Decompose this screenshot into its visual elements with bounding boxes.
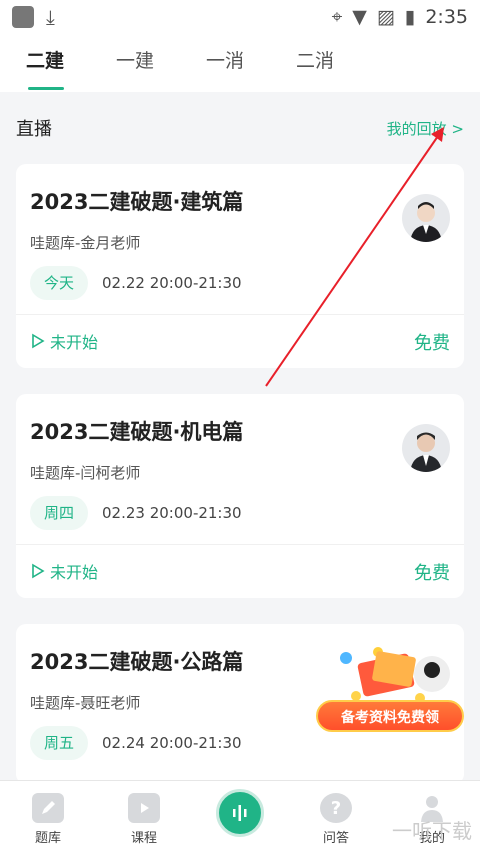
- teacher-name: 哇题库-金月老师: [30, 234, 141, 252]
- my-replay-link[interactable]: 我的回放 >: [387, 118, 464, 139]
- live-status: 未开始: [30, 559, 98, 583]
- status-left: ⤓: [12, 5, 55, 29]
- audio-wave-icon: [216, 789, 264, 837]
- nav-label: 课程: [130, 831, 157, 846]
- card-title: 2023二建破题·建筑篇: [30, 190, 244, 214]
- section-title: 直播: [16, 119, 52, 140]
- card-title: 2023二建破题·机电篇: [30, 420, 244, 444]
- divider: [16, 314, 464, 315]
- day-badge: 今天: [30, 266, 88, 300]
- nav-label: 问答: [322, 831, 349, 846]
- card-title: 2023二建破题·公路篇: [30, 650, 244, 674]
- status-right: ⌖ ▼ ▨ ▮ 2:35: [332, 6, 468, 28]
- live-card[interactable]: 2023二建破题·机电篇 哇题库-闫柯老师 周四 02.23 20:00-21:…: [16, 394, 464, 598]
- schedule-time: 02.22 20:00-21:30: [102, 274, 242, 292]
- teacher-avatar: [402, 194, 450, 242]
- day-badge: 周五: [30, 726, 88, 760]
- nav-qa[interactable]: ? 问答: [288, 781, 384, 853]
- play-icon: [32, 333, 45, 349]
- person-icon: [410, 432, 442, 472]
- battery-icon: ▮: [404, 6, 416, 28]
- video-play-icon: [128, 793, 160, 823]
- live-card[interactable]: 2023二建破题·建筑篇 哇题库-金月老师 今天 02.22 20:00-21:…: [16, 164, 464, 368]
- tab-erxiao[interactable]: 二消: [270, 34, 360, 92]
- divider: [16, 544, 464, 545]
- no-sim-icon: ▨: [376, 6, 395, 28]
- tab-erjian[interactable]: 二建: [0, 34, 90, 92]
- play-icon: [32, 563, 45, 579]
- price-label: 免费: [414, 563, 450, 584]
- teacher-avatar: [402, 424, 450, 472]
- nav-live[interactable]: [192, 781, 288, 853]
- promo-floating-button[interactable]: 备考资料免费领: [316, 640, 466, 732]
- location-icon: ⌖: [331, 6, 343, 28]
- wifi-icon: ▼: [352, 6, 367, 28]
- promo-label: 备考资料免费领: [316, 700, 464, 732]
- app-notification-icon: [12, 6, 34, 28]
- schedule-time: 02.23 20:00-21:30: [102, 504, 242, 522]
- teacher-name: 哇题库-闫柯老师: [30, 464, 141, 482]
- status-label: 未开始: [50, 333, 99, 352]
- nav-label: 题库: [34, 831, 61, 846]
- live-status: 未开始: [30, 329, 98, 353]
- status-bar: ⤓ ⌖ ▼ ▨ ▮ 2:35: [0, 0, 480, 34]
- live-section-header: 直播 我的回放 >: [0, 100, 480, 156]
- category-tabs: 二建 一建 一消 二消: [0, 34, 480, 92]
- person-icon: [410, 202, 442, 242]
- teacher-name: 哇题库-聂旺老师: [30, 694, 141, 712]
- nav-courses[interactable]: 课程: [96, 781, 192, 853]
- tab-yijian[interactable]: 一建: [90, 34, 180, 92]
- question-icon: ?: [320, 793, 352, 823]
- day-badge: 周四: [30, 496, 88, 530]
- status-label: 未开始: [50, 563, 99, 582]
- download-icon: ⤓: [46, 5, 55, 29]
- clock: 2:35: [425, 6, 468, 28]
- watermark-text: 一听下载: [392, 819, 472, 843]
- pencil-icon: [32, 793, 64, 823]
- nav-question-bank[interactable]: 题库: [0, 781, 96, 853]
- schedule-time: 02.24 20:00-21:30: [102, 734, 242, 752]
- tab-yixiao[interactable]: 一消: [180, 34, 270, 92]
- price-label: 免费: [414, 333, 450, 354]
